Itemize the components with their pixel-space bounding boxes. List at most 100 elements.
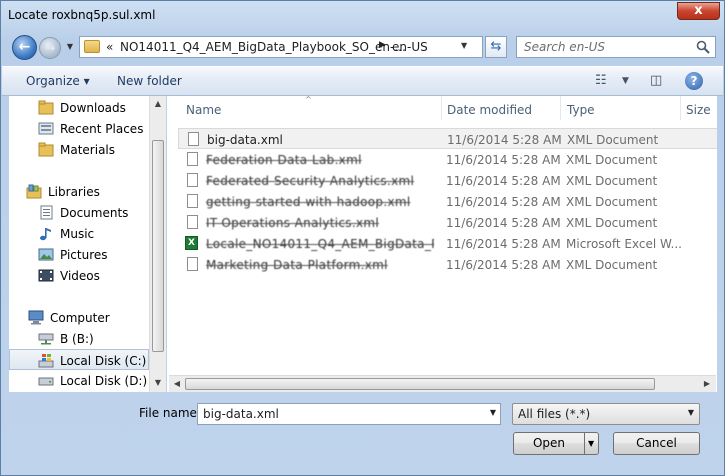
- back-button[interactable]: ←: [12, 35, 37, 60]
- sidebar-item-label: Local Disk (D:): [60, 374, 148, 388]
- column-header-name[interactable]: Name ^: [167, 96, 441, 120]
- network-drive-icon: [38, 333, 54, 345]
- table-row[interactable]: Marketing-Data-Platform.xml 11/6/2014 5:…: [178, 254, 717, 275]
- open-button[interactable]: Open ▼: [513, 432, 599, 455]
- windows-disk-icon: [38, 354, 54, 368]
- address-overflow-chevron[interactable]: «: [106, 40, 113, 54]
- sidebar-item-local-disk-c[interactable]: Local Disk (C:): [9, 349, 149, 370]
- file-type: XML Document: [566, 174, 658, 188]
- table-row[interactable]: X Locale_NO14011_Q4_AEM_BigData_Playbook…: [178, 233, 717, 254]
- xml-file-icon: [187, 152, 198, 166]
- scrollbar-thumb[interactable]: [152, 140, 164, 352]
- open-button-divider: [584, 433, 585, 454]
- file-dialog-window: Locate roxbnq5p.sul.xml x ← → ▼ « NO1401…: [0, 0, 725, 476]
- disk-icon: [38, 377, 54, 386]
- pictures-icon: [38, 248, 54, 261]
- xml-file-icon: [187, 257, 198, 271]
- chevron-right-icon[interactable]: ▶: [379, 40, 386, 50]
- sidebar-item-label: Materials: [60, 143, 116, 157]
- table-row[interactable]: IT-Operations-Analytics.xml 11/6/2014 5:…: [178, 212, 717, 233]
- file-date: 11/6/2014 5:28 AM: [446, 216, 561, 230]
- xml-file-icon: [187, 173, 198, 187]
- open-options-dropdown-icon[interactable]: ▼: [588, 433, 594, 454]
- table-row[interactable]: big-data.xml 11/6/2014 5:28 AM XML Docum…: [178, 128, 717, 149]
- preview-pane-icon[interactable]: ◫: [650, 73, 662, 88]
- recent-pages-dropdown-icon[interactable]: ▼: [64, 41, 76, 53]
- file-type: XML Document: [566, 153, 658, 167]
- folder-icon: [38, 100, 54, 115]
- scroll-down-icon[interactable]: ▼: [150, 375, 166, 391]
- file-list: Name ^ Date modified Type Size big-data.x…: [167, 96, 717, 392]
- file-name: IT-Operations-Analytics.xml: [206, 216, 380, 230]
- file-name: Federation-Data-Lab.xml: [206, 153, 362, 167]
- organize-button[interactable]: Organize ▾: [26, 74, 90, 88]
- column-header-date-modified[interactable]: Date modified: [442, 96, 560, 120]
- scroll-up-icon[interactable]: ▲: [150, 96, 166, 112]
- recent-places-icon: [38, 122, 54, 135]
- xml-file-icon: [187, 215, 198, 229]
- file-list-horizontal-scrollbar[interactable]: ◀ ▶: [169, 375, 716, 392]
- table-row[interactable]: Federation-Data-Lab.xml 11/6/2014 5:28 A…: [178, 149, 717, 170]
- sidebar-item-pictures[interactable]: Pictures: [9, 244, 149, 265]
- title-bar: Locate roxbnq5p.sul.xml x: [1, 1, 724, 31]
- scroll-left-icon[interactable]: ◀: [169, 376, 185, 392]
- search-placeholder: Search en-US: [524, 40, 606, 54]
- videos-icon: [38, 269, 54, 282]
- address-segment-en-us[interactable]: en-US: [392, 40, 428, 54]
- file-name: big-data.xml: [207, 133, 283, 147]
- sidebar-item-label: B (B:): [60, 332, 94, 346]
- sidebar-item-music[interactable]: Music: [9, 223, 149, 244]
- column-header-size[interactable]: Size: [681, 96, 717, 120]
- libraries-icon: [26, 184, 42, 199]
- address-segment-playbook[interactable]: NO14011_Q4_AEM_BigData_Playbook_SO_en-..…: [120, 40, 406, 54]
- help-button[interactable]: ?: [685, 72, 703, 90]
- sidebar-item-local-disk-d[interactable]: Local Disk (D:): [9, 370, 149, 391]
- new-folder-button[interactable]: New folder: [117, 74, 182, 88]
- sidebar-item-drive-b[interactable]: B (B:): [9, 328, 149, 349]
- sidebar-item-downloads[interactable]: Downloads: [9, 97, 149, 118]
- sort-ascending-icon: ^: [305, 96, 312, 104]
- view-dropdown-icon[interactable]: ▼: [622, 76, 629, 86]
- file-type-value: All files (*.*): [518, 407, 591, 421]
- file-name: Federated-Security-Analytics.xml: [206, 174, 415, 188]
- sidebar-item-videos[interactable]: Videos: [9, 265, 149, 286]
- refresh-button[interactable]: ⇆: [485, 36, 507, 58]
- chevron-down-icon[interactable]: ▼: [490, 408, 496, 417]
- scroll-right-icon[interactable]: ▶: [699, 376, 715, 392]
- sidebar-item-documents[interactable]: Documents: [9, 202, 149, 223]
- address-bar[interactable]: « NO14011_Q4_AEM_BigData_Playbook_SO_en-…: [79, 36, 483, 58]
- forward-button[interactable]: →: [39, 37, 61, 59]
- open-button-label: Open: [532, 436, 566, 450]
- file-date: 11/6/2014 5:28 AM: [446, 195, 561, 209]
- file-type-select[interactable]: All files (*.*) ▼: [512, 403, 700, 425]
- view-options-icon[interactable]: ☷: [595, 73, 607, 88]
- folder-icon: [84, 40, 100, 53]
- file-name-label: File name:: [139, 406, 201, 420]
- file-name: Marketing-Data-Platform.xml: [206, 258, 388, 272]
- sidebar-item-label: Local Disk (C:): [60, 354, 147, 368]
- file-name-value: big-data.xml: [203, 407, 279, 421]
- sidebar-item-recent-places[interactable]: Recent Places: [9, 118, 149, 139]
- sidebar-item-libraries[interactable]: Libraries: [9, 181, 149, 202]
- search-icon[interactable]: [696, 40, 710, 54]
- scrollbar-thumb[interactable]: [185, 378, 655, 390]
- chevron-down-icon[interactable]: ▼: [688, 408, 694, 417]
- sidebar-item-label: Music: [60, 227, 95, 241]
- file-name: getting-started-with-hadoop.xml: [206, 195, 411, 209]
- column-header-type[interactable]: Type: [561, 96, 679, 120]
- navigation-pane-scrollbar[interactable]: ▲ ▼: [149, 96, 166, 392]
- sidebar-item-computer[interactable]: Computer: [9, 307, 149, 328]
- table-row[interactable]: Federated-Security-Analytics.xml 11/6/20…: [178, 170, 717, 191]
- file-name: Locale_NO14011_Q4_AEM_BigData_Playbook.x…: [206, 237, 434, 251]
- sidebar-item-materials[interactable]: Materials: [9, 139, 149, 160]
- cancel-button[interactable]: Cancel: [613, 432, 700, 455]
- sidebar-item-label: Recent Places: [60, 122, 144, 136]
- close-button[interactable]: x: [677, 2, 720, 20]
- search-box[interactable]: Search en-US: [516, 36, 716, 58]
- file-date: 11/6/2014 5:28 AM: [447, 133, 562, 147]
- excel-file-icon: X: [185, 236, 198, 250]
- address-dropdown-icon[interactable]: ▼: [461, 41, 467, 50]
- file-name-input[interactable]: big-data.xml ▼: [197, 403, 501, 425]
- table-row[interactable]: getting-started-with-hadoop.xml 11/6/201…: [178, 191, 717, 212]
- file-type: Microsoft Excel W...: [566, 237, 682, 251]
